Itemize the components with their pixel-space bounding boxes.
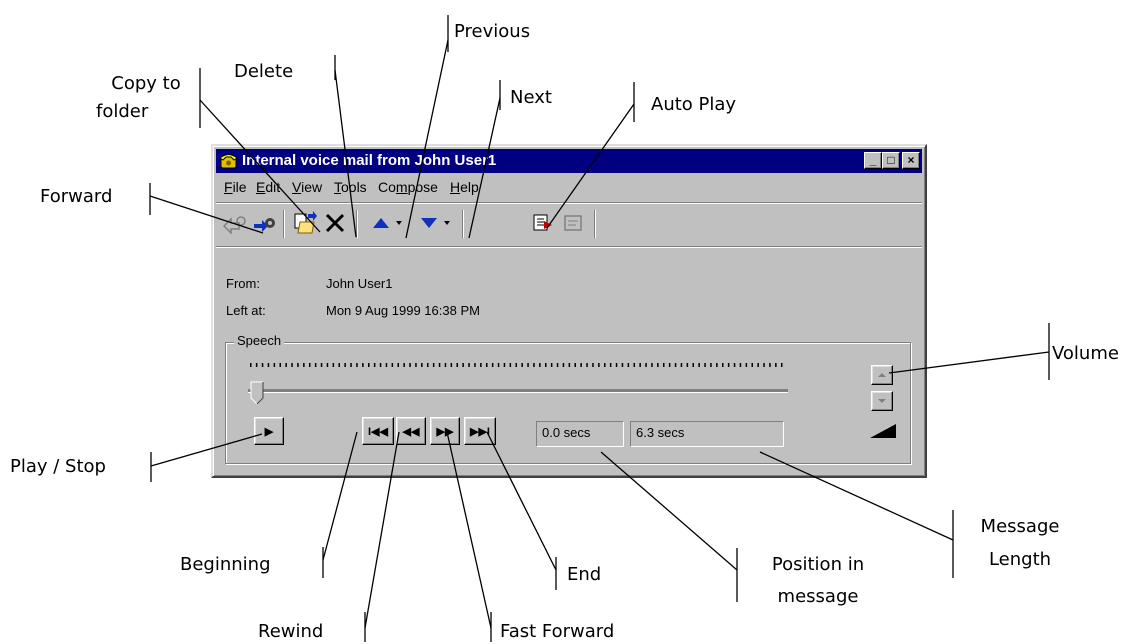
delete-leader (334, 69, 357, 238)
position-leader (600, 451, 738, 571)
auto-play-leader (546, 103, 635, 229)
previous-leader (405, 39, 449, 239)
rewind-leader (364, 431, 400, 629)
message-length-leader (759, 451, 954, 541)
end-leader (486, 431, 557, 571)
fast-forward-leader (446, 431, 492, 629)
forward-leader (149, 195, 264, 234)
volume-leader (888, 351, 1050, 374)
play-stop-leader (150, 433, 263, 467)
copy-to-folder-leader (199, 99, 321, 233)
beginning-leader (322, 431, 358, 561)
next-leader (468, 97, 501, 239)
callout-lines (149, 15, 1050, 642)
